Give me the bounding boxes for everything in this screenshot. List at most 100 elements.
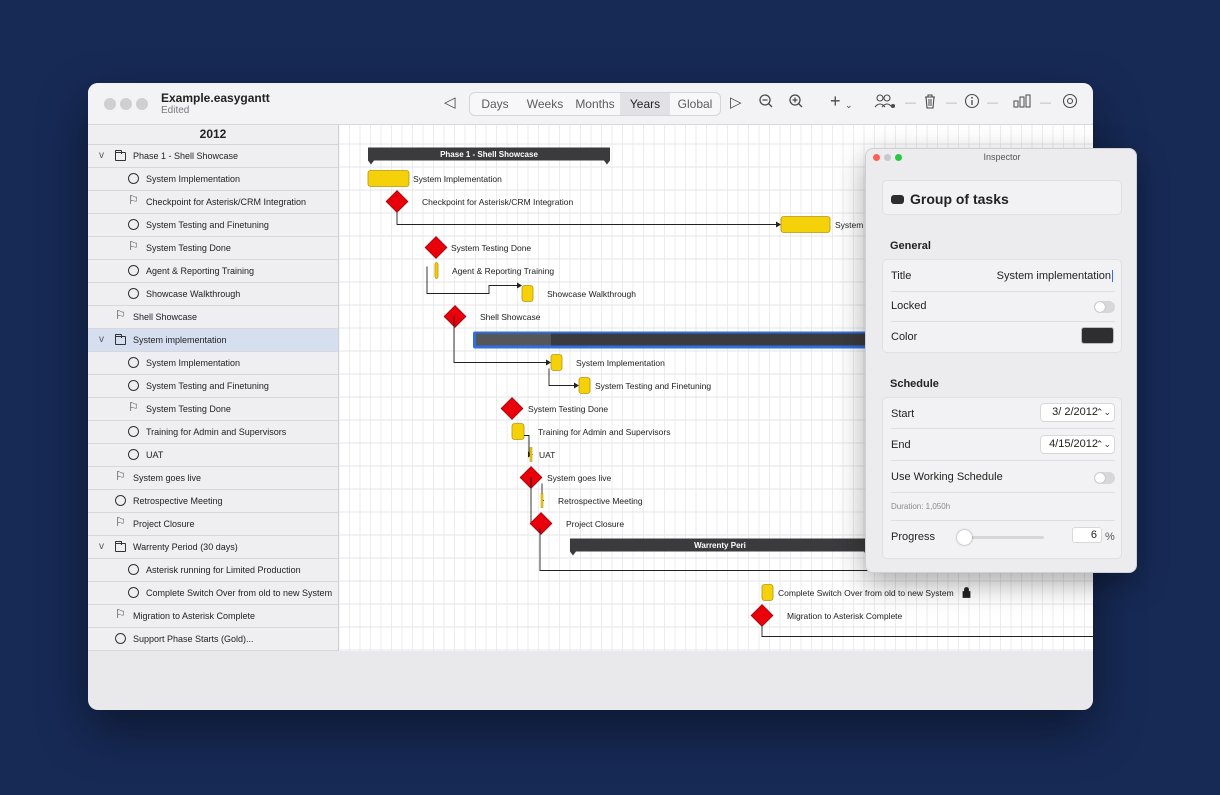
- task-row[interactable]: System Testing and Finetuning: [88, 214, 338, 237]
- task-row[interactable]: Agent & Reporting Training: [88, 260, 338, 283]
- end-date-field[interactable]: 4/15/2012 ⌃⌄: [1040, 435, 1115, 454]
- task-row[interactable]: ⚐ System goes live: [88, 467, 338, 490]
- view-segmented-control: Days Weeks Months Years Global: [469, 92, 721, 116]
- zoom-in-icon[interactable]: [788, 93, 804, 115]
- minimize-window-button[interactable]: [120, 98, 132, 110]
- duration-text: Duration: 1,050h: [891, 502, 951, 511]
- zoom-window-button[interactable]: [136, 98, 148, 110]
- progress-slider[interactable]: [957, 530, 1044, 545]
- task-row[interactable]: System Testing and Finetuning: [88, 375, 338, 398]
- locked-toggle[interactable]: [1094, 301, 1115, 313]
- task-row-label: Support Phase Starts (Gold)...: [133, 634, 254, 644]
- task-bar: [578, 377, 591, 394]
- chevron-down-icon[interactable]: ⌄: [845, 95, 853, 115]
- info-icon[interactable]: [964, 93, 980, 115]
- milestone-diamond: [385, 190, 409, 213]
- close-window-button[interactable]: [104, 98, 116, 110]
- task-circle-icon: [128, 564, 139, 575]
- chart-icon[interactable]: [1013, 93, 1031, 115]
- task-row-label: Warrenty Period (30 days): [133, 542, 238, 552]
- view-days-button[interactable]: Days: [470, 93, 520, 115]
- task-row[interactable]: System Implementation: [88, 168, 338, 191]
- task-row[interactable]: v System implementation: [88, 329, 338, 352]
- task-row-label: Shell Showcase: [133, 312, 198, 322]
- task-row-label: Checkpoint for Asterisk/CRM Integration: [146, 197, 307, 207]
- disclosure-chevron-icon[interactable]: v: [99, 329, 104, 351]
- task-row[interactable]: System Implementation: [88, 352, 338, 375]
- task-row[interactable]: ⚐ System Testing Done: [88, 237, 338, 260]
- task-row[interactable]: Retrospective Meeting: [88, 490, 338, 513]
- general-section: Title System implementation Locked Color: [882, 259, 1122, 353]
- view-months-button[interactable]: Months: [570, 93, 620, 115]
- gantt-bar-label: System Testing Done: [451, 242, 532, 253]
- task-row[interactable]: ⚐ Migration to Asterisk Complete: [88, 605, 338, 628]
- milestone-diamond: [443, 305, 467, 328]
- task-bar: [761, 584, 774, 601]
- schedule-section-title: Schedule: [890, 378, 939, 390]
- inspector-header-box: Group of tasks: [882, 180, 1122, 215]
- task-row[interactable]: v Phase 1 - Shell Showcase: [88, 145, 338, 168]
- general-section-title: General: [890, 240, 931, 252]
- gantt-bar-label: System goes live: [547, 472, 612, 483]
- folder-icon: [115, 150, 126, 161]
- color-well[interactable]: [1081, 327, 1114, 344]
- task-row[interactable]: ⚐ Project Closure: [88, 513, 338, 536]
- progress-field[interactable]: 6: [1072, 527, 1102, 543]
- zoom-out-icon[interactable]: [758, 93, 774, 115]
- gantt-bar-label: System Implementation: [413, 173, 502, 184]
- task-row-label: System Testing and Finetuning: [146, 220, 269, 230]
- task-circle-icon: [128, 357, 139, 368]
- trash-icon[interactable]: [923, 93, 937, 115]
- task-row-label: Complete Switch Over from old to new Sys…: [146, 588, 333, 598]
- task-row-label: Phase 1 - Shell Showcase: [133, 151, 239, 161]
- back-triangle-icon[interactable]: ◁: [444, 93, 456, 113]
- gantt-bar-label: Complete Switch Over from old to new Sys…: [778, 587, 954, 598]
- gantt-bar-label: Migration to Asterisk Complete: [787, 610, 903, 621]
- task-bar: [521, 285, 534, 302]
- color-label: Color: [891, 331, 918, 343]
- task-circle-icon: [115, 633, 126, 644]
- working-schedule-label: Use Working Schedule: [891, 471, 1003, 483]
- task-row[interactable]: Training for Admin and Supervisors: [88, 421, 338, 444]
- progress-slider-knob[interactable]: [957, 530, 973, 545]
- inspector-header: Group of tasks: [910, 191, 1009, 207]
- summary-bar-label: Phase 1 - Shell Showcase: [440, 149, 538, 159]
- gantt-bar-label: Checkpoint for Asterisk/CRM Integration: [422, 196, 574, 207]
- view-weeks-button[interactable]: Weeks: [520, 93, 570, 115]
- add-icon[interactable]: +: [830, 91, 841, 111]
- disclosure-chevron-icon[interactable]: v: [99, 536, 104, 558]
- progress-label: Progress: [891, 531, 936, 543]
- locked-label: Locked: [891, 300, 927, 312]
- task-row[interactable]: v Warrenty Period (30 days): [88, 536, 338, 559]
- gantt-bar-label: Retrospective Meeting: [558, 495, 643, 506]
- task-bar: [550, 354, 563, 371]
- start-date-field[interactable]: 3/ 2/2012 ⌃⌄: [1040, 403, 1115, 422]
- settings-icon[interactable]: [1062, 93, 1078, 115]
- task-row[interactable]: Complete Switch Over from old to new Sys…: [88, 582, 338, 605]
- gantt-bar-label: System: [835, 219, 864, 230]
- task-circle-icon: [128, 173, 139, 184]
- view-years-button[interactable]: Years: [620, 93, 670, 115]
- gantt-bar-label: Shell Showcase: [480, 311, 541, 322]
- task-row[interactable]: Showcase Walkthrough: [88, 283, 338, 306]
- task-row-label: System Implementation: [146, 174, 241, 184]
- disclosure-chevron-icon[interactable]: v: [99, 145, 104, 167]
- milestone-diamond: [500, 397, 524, 420]
- forward-triangle-icon[interactable]: ▷: [730, 93, 742, 113]
- title-field[interactable]: System implementation: [961, 270, 1113, 282]
- view-global-button[interactable]: Global: [670, 93, 720, 115]
- task-row[interactable]: Asterisk running for Limited Production: [88, 559, 338, 582]
- task-row[interactable]: ⚐ Checkpoint for Asterisk/CRM Integration: [88, 191, 338, 214]
- stepper-icon[interactable]: ⌃⌄: [1096, 436, 1111, 453]
- divider: [891, 520, 1115, 521]
- task-row[interactable]: UAT: [88, 444, 338, 467]
- resources-icon[interactable]: [874, 93, 896, 115]
- start-date-value: 3/ 2/2012: [1052, 406, 1098, 418]
- task-row[interactable]: Support Phase Starts (Gold)...: [88, 628, 338, 651]
- task-circle-icon: [128, 380, 139, 391]
- task-row[interactable]: ⚐ System Testing Done: [88, 398, 338, 421]
- stepper-icon[interactable]: ⌃⌄: [1096, 404, 1111, 421]
- working-schedule-toggle[interactable]: [1094, 472, 1115, 484]
- list-year-header: 2012: [88, 125, 338, 145]
- task-row[interactable]: ⚐ Shell Showcase: [88, 306, 338, 329]
